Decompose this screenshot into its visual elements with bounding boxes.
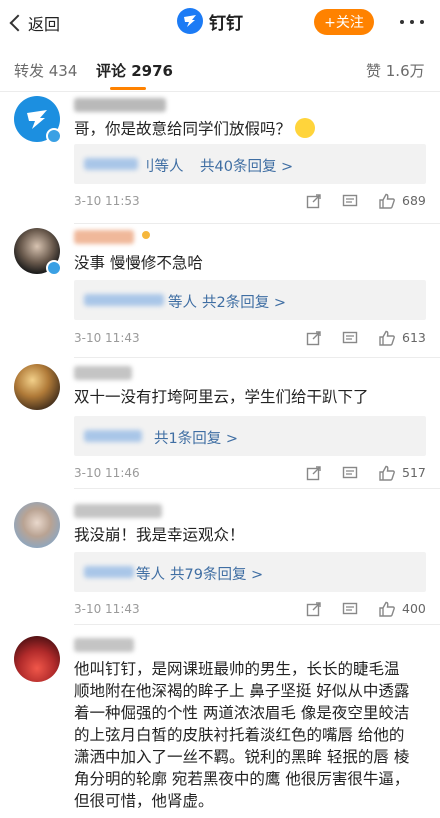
divider bbox=[74, 223, 440, 224]
comment-actions: 689 bbox=[300, 191, 430, 211]
like-count: 613 bbox=[402, 330, 426, 345]
tab-likes[interactable]: 赞 1.6万 bbox=[366, 60, 425, 81]
reply-count-link[interactable]: 共40条回复 > bbox=[200, 155, 293, 176]
comment-item[interactable]: 他叫钉钉，是网课班最帅的男生，长长的睫毛温 顺地附在他深褐的眸子上 鼻子坚挺 好… bbox=[0, 636, 440, 818]
more-options-icon[interactable] bbox=[400, 20, 424, 24]
tab-comments[interactable]: 评论 2976 bbox=[96, 60, 173, 81]
comment-text-line: 他叫钉钉，是网课班最帅的男生，长长的睫毛温 bbox=[74, 660, 400, 678]
comment-actions: 517 bbox=[300, 463, 430, 483]
thinking-emoji-icon bbox=[295, 118, 316, 138]
comment-time: 3-10 11:43 bbox=[74, 331, 140, 345]
username-blurred[interactable] bbox=[74, 638, 134, 652]
comment-text: 双十一没有打垮阿里云，学生们给干趴下了 bbox=[74, 388, 369, 406]
replies-preview[interactable]: 等人 共2条回复 > bbox=[74, 280, 426, 320]
back-label: 返回 bbox=[28, 15, 61, 34]
member-badge-icon bbox=[140, 229, 152, 241]
reply-count-link[interactable]: 共79条回复 > bbox=[170, 563, 263, 584]
avatar[interactable] bbox=[14, 502, 60, 548]
share-icon[interactable] bbox=[306, 601, 322, 617]
like-icon[interactable] bbox=[378, 601, 396, 617]
reply-count-link[interactable]: 共2条回复 > bbox=[202, 291, 286, 312]
comment-item[interactable]: 双十一没有打垮阿里云，学生们给干趴下了 共1条回复 > 3-10 11:46 5… bbox=[0, 364, 440, 489]
comment-time: 3-10 11:46 bbox=[74, 466, 140, 480]
username-blurred[interactable] bbox=[74, 504, 162, 518]
account-header[interactable]: 钉钉 bbox=[177, 8, 243, 34]
comment-text-line: 但很可惜，他肾虚。 bbox=[74, 792, 214, 810]
account-name: 钉钉 bbox=[209, 13, 243, 34]
verified-badge-icon bbox=[46, 128, 62, 144]
comment-text-line: 顺地附在他深褐的眸子上 鼻子坚挺 好似从中透露 bbox=[74, 682, 410, 700]
share-icon[interactable] bbox=[306, 193, 322, 209]
reply-summary-names: 等人 bbox=[168, 295, 197, 311]
comment-text: 没事 慢慢修不急哈 bbox=[74, 254, 203, 272]
replies-preview[interactable]: 刂等人 共40条回复 > bbox=[74, 144, 426, 184]
share-icon[interactable] bbox=[306, 465, 322, 481]
comment-actions: 400 bbox=[300, 599, 430, 619]
like-icon[interactable] bbox=[378, 193, 396, 209]
reply-summary-names: 等人 bbox=[136, 567, 165, 583]
reply-count-link[interactable]: 共1条回复 > bbox=[154, 427, 238, 448]
comment-item[interactable]: 哥，你是故意给同学们放假吗？ 刂等人 共40条回复 > 3-10 11:53 6… bbox=[0, 96, 440, 224]
comment-text-line: 的上弦月白皙的皮肤衬托着淡红色的嘴唇 给他的 bbox=[74, 726, 405, 744]
comment-actions: 613 bbox=[300, 328, 430, 348]
like-icon[interactable] bbox=[378, 330, 396, 346]
divider bbox=[74, 488, 440, 489]
comment-text: 我没崩！我是幸运观众！ bbox=[74, 526, 245, 544]
active-tab-indicator bbox=[110, 87, 146, 90]
like-icon[interactable] bbox=[378, 465, 396, 481]
comment-item[interactable]: 没事 慢慢修不急哈 等人 共2条回复 > 3-10 11:43 613 bbox=[0, 228, 440, 358]
replies-preview[interactable]: 共1条回复 > bbox=[74, 416, 426, 456]
like-count: 689 bbox=[402, 193, 426, 208]
like-count: 400 bbox=[402, 601, 426, 616]
reply-summary-names: 刂等人 bbox=[140, 159, 184, 175]
comment-text-line: 着一种倔强的个性 两道浓浓眉毛 像是夜空里皎洁 bbox=[74, 704, 410, 722]
comment-text-line: 潇洒中加入了一丝不羁。锐利的黑眸 轻抿的唇 棱 bbox=[74, 748, 410, 766]
comment-text: 哥，你是故意给同学们放假吗？ bbox=[74, 118, 316, 140]
tab-repost[interactable]: 转发 434 bbox=[14, 60, 77, 81]
dingtalk-logo-icon bbox=[177, 8, 203, 34]
post-tabs: 转发 434 评论 2976 赞 1.6万 bbox=[0, 46, 440, 92]
share-icon[interactable] bbox=[306, 330, 322, 346]
divider bbox=[74, 357, 440, 358]
avatar[interactable] bbox=[14, 636, 60, 682]
username-blurred[interactable] bbox=[74, 230, 134, 244]
comment-icon[interactable] bbox=[342, 193, 358, 209]
chevron-left-icon bbox=[9, 14, 27, 32]
comment-item[interactable]: 我没崩！我是幸运观众！ 等人 共79条回复 > 3-10 11:43 400 bbox=[0, 502, 440, 626]
replies-preview[interactable]: 等人 共79条回复 > bbox=[74, 552, 426, 592]
like-count: 517 bbox=[402, 465, 426, 480]
back-button[interactable]: 返回 bbox=[9, 10, 61, 36]
comment-text-line: 角分明的轮廓 宛若黑夜中的鹰 他很厉害很牛逼， bbox=[74, 770, 410, 788]
avatar[interactable] bbox=[14, 364, 60, 410]
follow-button[interactable]: +关注 bbox=[314, 9, 374, 35]
comment-time: 3-10 11:53 bbox=[74, 194, 140, 208]
verified-badge-icon bbox=[46, 260, 62, 276]
username-blurred[interactable] bbox=[74, 98, 166, 112]
comment-icon[interactable] bbox=[342, 465, 358, 481]
username-blurred[interactable] bbox=[74, 366, 132, 380]
divider bbox=[74, 624, 440, 625]
top-nav-bar: 返回 钉钉 +关注 bbox=[0, 0, 440, 46]
comment-icon[interactable] bbox=[342, 330, 358, 346]
comment-time: 3-10 11:43 bbox=[74, 602, 140, 616]
comment-icon[interactable] bbox=[342, 601, 358, 617]
